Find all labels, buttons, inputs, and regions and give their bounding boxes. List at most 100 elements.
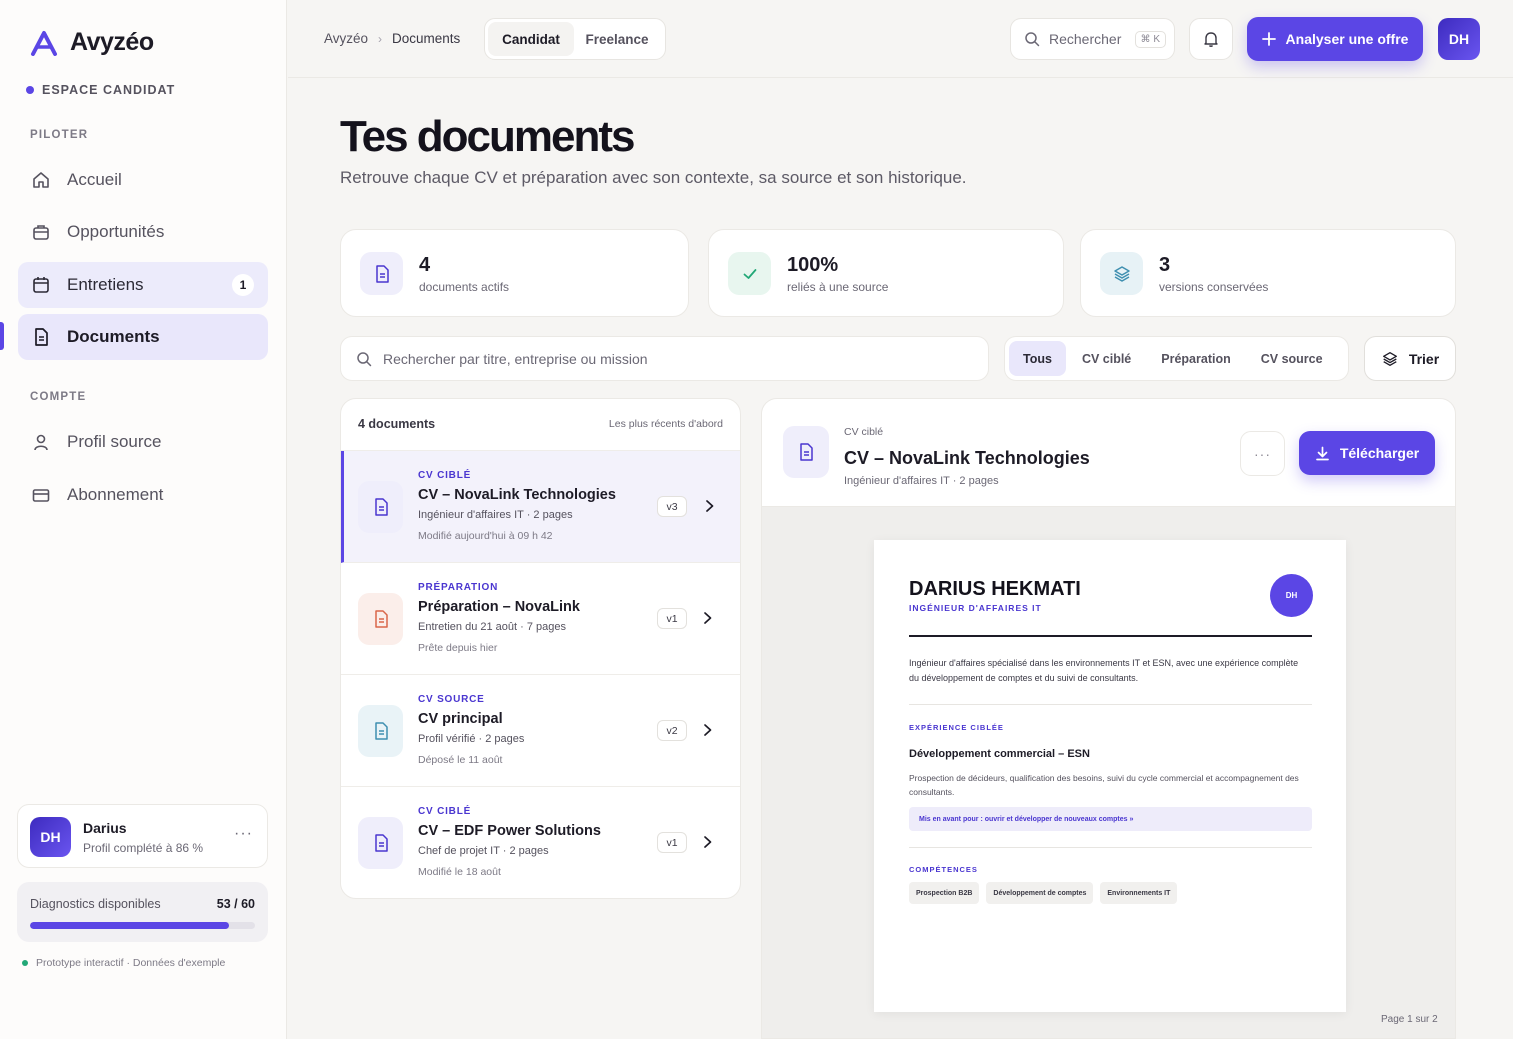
- status-dot-icon: [26, 86, 34, 94]
- list-item[interactable]: CV CIBLÉ CV – EDF Power Solutions Chef d…: [341, 787, 740, 898]
- cv-name: DARIUS HEKMATI: [909, 578, 1081, 600]
- search-placeholder: Rechercher par titre, entreprise ou miss…: [383, 350, 648, 367]
- analyze-offer-button[interactable]: Analyser une offre: [1247, 17, 1423, 61]
- mode-switch: Candidat Freelance: [484, 18, 666, 60]
- search-label: Rechercher: [1049, 31, 1122, 47]
- filter-tab-cv-source[interactable]: CV source: [1247, 341, 1337, 376]
- document-type: CV CIBLÉ: [418, 470, 472, 481]
- document-type: CV SOURCE: [418, 694, 485, 705]
- section-label-account: COMPTE: [30, 391, 87, 403]
- stat-value: 100%: [787, 254, 839, 276]
- stat-card-sources: 100% reliés à une source: [708, 229, 1064, 317]
- search-icon: [1025, 32, 1040, 47]
- chevron-right-icon: ›: [378, 31, 383, 46]
- document-date: Modifié le 18 août: [418, 866, 501, 878]
- document-icon: [358, 705, 403, 757]
- cv-summary: Ingénieur d'affaires spécialisé dans les…: [909, 658, 1299, 683]
- bell-icon: [1204, 32, 1218, 47]
- cv-experience-description: Prospection de décideurs, qualification …: [909, 773, 1299, 798]
- sidebar-item-label: Entretiens: [67, 275, 144, 294]
- preview-title: CV – NovaLink Technologies: [844, 448, 1090, 468]
- preview-header: CV ciblé CV – NovaLink Technologies Ingé…: [762, 399, 1455, 507]
- breadcrumb-current: Documents: [392, 31, 461, 46]
- download-button[interactable]: Télécharger: [1299, 431, 1435, 475]
- stat-label: versions conservées: [1159, 280, 1269, 294]
- top-bar: Avyzéo › Documents Candidat Freelance Re…: [288, 0, 1513, 78]
- document-icon: [358, 481, 403, 533]
- document-title: CV – EDF Power Solutions: [418, 823, 601, 839]
- skill-chip: Développement de comptes: [986, 882, 1094, 904]
- cv-section-heading: COMPÉTENCES: [909, 865, 978, 874]
- document-list: 4 documents Les plus récents d'abord CV …: [340, 398, 741, 899]
- sidebar-item-documents[interactable]: Documents: [18, 314, 268, 360]
- cv-experience-title: Développement commercial – ESN: [909, 748, 1090, 760]
- page-title: Tes documents: [340, 112, 635, 161]
- page-subtitle: Retrouve chaque CV et préparation avec s…: [340, 168, 967, 187]
- global-search[interactable]: Rechercher ⌘ K: [1010, 18, 1175, 60]
- search-icon: [357, 351, 372, 366]
- document-search-input[interactable]: Rechercher par titre, entreprise ou miss…: [340, 336, 989, 381]
- document-preview: CV ciblé CV – NovaLink Technologies Ingé…: [761, 398, 1456, 1039]
- skill-chip: Prospection B2B: [909, 882, 980, 904]
- sidebar-item-profil-source[interactable]: Profil source: [18, 419, 268, 465]
- profile-completion: Profil complété à 86 %: [83, 841, 204, 855]
- chevron-right-icon: [704, 836, 712, 848]
- card-icon: [32, 489, 50, 502]
- sidebar-item-entretiens[interactable]: Entretiens 1: [18, 262, 268, 308]
- sidebar-item-abonnement[interactable]: Abonnement: [18, 472, 268, 518]
- page-indicator: Page 1 sur 2: [1381, 1014, 1438, 1025]
- layers-icon: [1100, 252, 1143, 295]
- profile-name: Darius: [83, 820, 127, 836]
- list-item[interactable]: CV SOURCE CV principal Profil vérifié · …: [341, 675, 740, 787]
- filter-tab-preparation[interactable]: Préparation: [1147, 341, 1244, 376]
- document-title: CV principal: [418, 711, 503, 727]
- brand-name: Avyzéo: [70, 28, 154, 56]
- brand-logo[interactable]: Avyzéo: [30, 28, 154, 57]
- filter-tab-tous[interactable]: Tous: [1009, 341, 1066, 376]
- briefcase-icon: [33, 225, 49, 240]
- sort-button[interactable]: Trier: [1364, 336, 1456, 381]
- breadcrumb-item[interactable]: Avyzéo: [324, 31, 368, 46]
- list-item[interactable]: CV CIBLÉ CV – NovaLink Technologies Ingé…: [341, 451, 740, 563]
- stat-card-versions: 3 versions conservées: [1080, 229, 1456, 317]
- user-avatar[interactable]: DH: [1438, 18, 1480, 60]
- cv-role: INGÉNIEUR D'AFFAIRES IT: [909, 603, 1042, 613]
- sort-order-label[interactable]: Les plus récents d'abord: [609, 418, 723, 430]
- filter-tab-cv-cible[interactable]: CV ciblé: [1068, 341, 1145, 376]
- more-options-icon[interactable]: ···: [234, 825, 253, 843]
- home-icon: [33, 172, 49, 188]
- sidebar-item-opportunites[interactable]: Opportunités: [18, 209, 268, 255]
- breadcrumb: Avyzéo › Documents: [324, 31, 460, 46]
- version-badge: v2: [657, 720, 687, 741]
- check-icon: [728, 252, 771, 295]
- document-title: Préparation – NovaLink: [418, 599, 580, 615]
- filter-tabs: Tous CV ciblé Préparation CV source: [1004, 336, 1349, 381]
- plus-icon: [1261, 32, 1276, 46]
- tab-candidat[interactable]: Candidat: [488, 22, 574, 56]
- diagnostics-progress-fill: [30, 922, 229, 929]
- list-header: 4 documents Les plus récents d'abord: [341, 399, 740, 451]
- active-indicator: [0, 322, 4, 350]
- skill-chip: Environnements IT: [1100, 882, 1178, 904]
- list-item[interactable]: PRÉPARATION Préparation – NovaLink Entre…: [341, 563, 740, 675]
- calendar-icon: [33, 277, 49, 293]
- tab-freelance[interactable]: Freelance: [574, 22, 660, 56]
- user-icon: [34, 434, 48, 451]
- preview-meta: Ingénieur d'affaires IT · 2 pages: [844, 475, 999, 487]
- sidebar: Avyzéo ESPACE CANDIDAT PILOTER Accueil O…: [0, 0, 287, 1039]
- version-badge: v1: [657, 832, 687, 853]
- divider: [909, 635, 1312, 637]
- cv-section-heading: EXPÉRIENCE CIBLÉE: [909, 723, 1004, 732]
- sidebar-item-accueil[interactable]: Accueil: [18, 157, 268, 203]
- profile-card[interactable]: DH Darius Profil complété à 86 % ···: [17, 804, 268, 868]
- sidebar-item-label: Abonnement: [67, 485, 164, 504]
- document-date: Prête depuis hier: [418, 642, 498, 654]
- document-icon: [358, 817, 403, 869]
- more-options-button[interactable]: ···: [1240, 431, 1285, 476]
- version-badge: v3: [657, 496, 687, 517]
- sidebar-item-label: Accueil: [67, 170, 122, 189]
- document-meta: Ingénieur d'affaires IT · 2 pages: [418, 509, 573, 521]
- notifications-button[interactable]: [1189, 18, 1233, 60]
- chevron-right-icon: [704, 724, 712, 736]
- document-type: PRÉPARATION: [418, 582, 499, 593]
